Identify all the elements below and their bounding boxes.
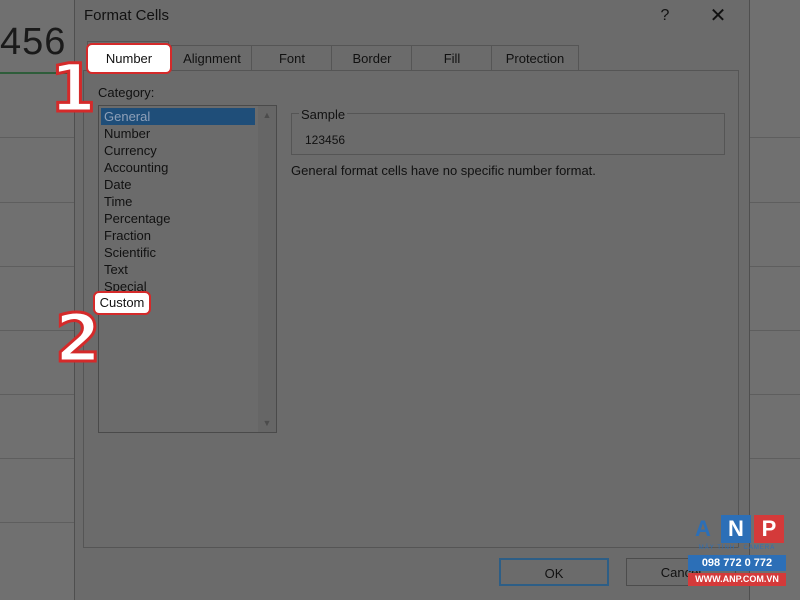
category-list[interactable]: General Number Currency Accounting Date …: [98, 105, 277, 433]
anp-logo: A N P MÁY TÍNH - CAMERA 098 772 0 772 WW…: [688, 515, 786, 595]
format-cells-dialog: Format Cells ? ✕ Number Alignment Font B…: [74, 0, 750, 600]
scroll-up-icon[interactable]: ▲: [258, 107, 276, 123]
category-label: Category:: [98, 85, 155, 100]
category-item-date[interactable]: Date: [101, 176, 255, 193]
grid-line: [748, 202, 800, 203]
sample-group: [291, 113, 725, 155]
sample-value: 123456: [305, 133, 346, 147]
logo-tagline: MÁY TÍNH - CAMERA: [698, 545, 776, 551]
logo-letter-n: N: [721, 515, 751, 543]
dialog-title: Format Cells: [84, 7, 170, 24]
grid-line: [0, 394, 75, 395]
callout-number-tab: Number: [86, 43, 172, 74]
logo-website: WWW.ANP.COM.VN: [688, 573, 786, 586]
logo-letter-p: P: [754, 515, 784, 543]
tab-protection[interactable]: Protection: [491, 45, 579, 71]
category-scrollbar[interactable]: ▲ ▼: [258, 106, 276, 432]
category-item-percentage[interactable]: Percentage: [101, 210, 255, 227]
category-item-scientific[interactable]: Scientific: [101, 244, 255, 261]
help-button[interactable]: ?: [653, 4, 677, 28]
ok-button[interactable]: OK: [499, 558, 609, 586]
tab-border[interactable]: Border: [331, 45, 413, 71]
step-2-marker: 2: [54, 300, 103, 377]
grid-line: [0, 458, 75, 459]
format-description: General format cells have no specific nu…: [291, 163, 596, 178]
category-item-fraction[interactable]: Fraction: [101, 227, 255, 244]
grid-line: [0, 522, 75, 523]
category-item-general[interactable]: General: [101, 108, 255, 125]
grid-line: [748, 330, 800, 331]
logo-letter-a: A: [695, 516, 711, 541]
callout-custom-item: Custom: [93, 291, 151, 315]
category-item-currency[interactable]: Currency: [101, 142, 255, 159]
tab-alignment[interactable]: Alignment: [171, 45, 253, 71]
category-item-text[interactable]: Text: [101, 261, 255, 278]
close-button[interactable]: ✕: [705, 4, 731, 28]
category-item-time[interactable]: Time: [101, 193, 255, 210]
scroll-down-icon[interactable]: ▼: [258, 415, 276, 431]
tab-fill[interactable]: Fill: [411, 45, 493, 71]
grid-line: [748, 137, 800, 138]
grid-line: [748, 266, 800, 267]
category-item-accounting[interactable]: Accounting: [101, 159, 255, 176]
tab-content-panel: Category: General Number Currency Accoun…: [83, 70, 739, 548]
logo-letters: A N P: [688, 515, 786, 543]
sample-legend: Sample: [299, 107, 348, 122]
grid-line: [748, 394, 800, 395]
step-1-marker: 1: [49, 50, 98, 127]
tab-font[interactable]: Font: [251, 45, 333, 71]
grid-line: [0, 202, 75, 203]
grid-line: [748, 458, 800, 459]
grid-line: [0, 266, 75, 267]
category-item-number[interactable]: Number: [101, 125, 255, 142]
logo-phone: 098 772 0 772: [688, 555, 786, 571]
grid-line: [0, 137, 75, 138]
